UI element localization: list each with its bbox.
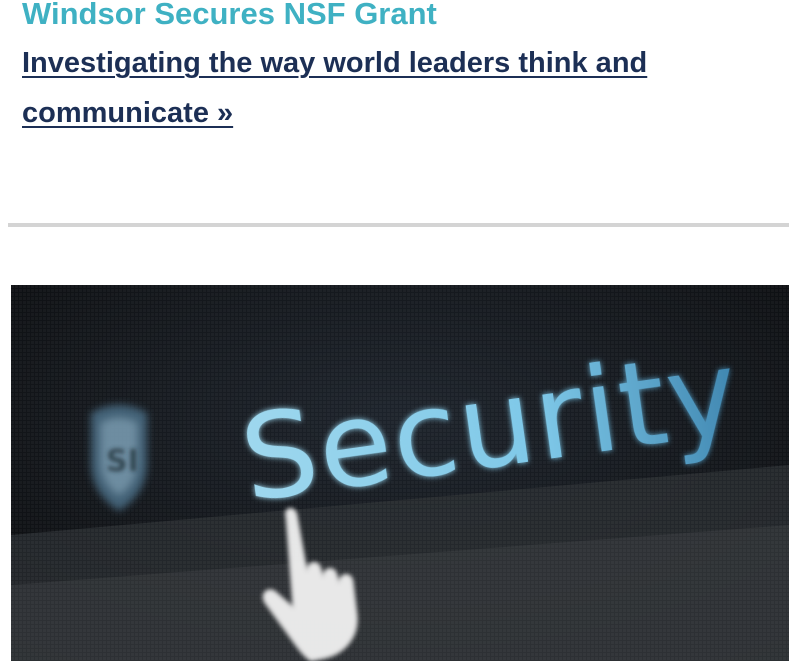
shield-badge-text: SI bbox=[106, 444, 139, 479]
hero-image: SI Security bbox=[11, 285, 789, 661]
article-link[interactable]: Investigating the way world leaders thin… bbox=[22, 38, 762, 138]
section-divider bbox=[8, 223, 789, 227]
article-headline: Windsor Secures NSF Grant bbox=[22, 0, 437, 31]
